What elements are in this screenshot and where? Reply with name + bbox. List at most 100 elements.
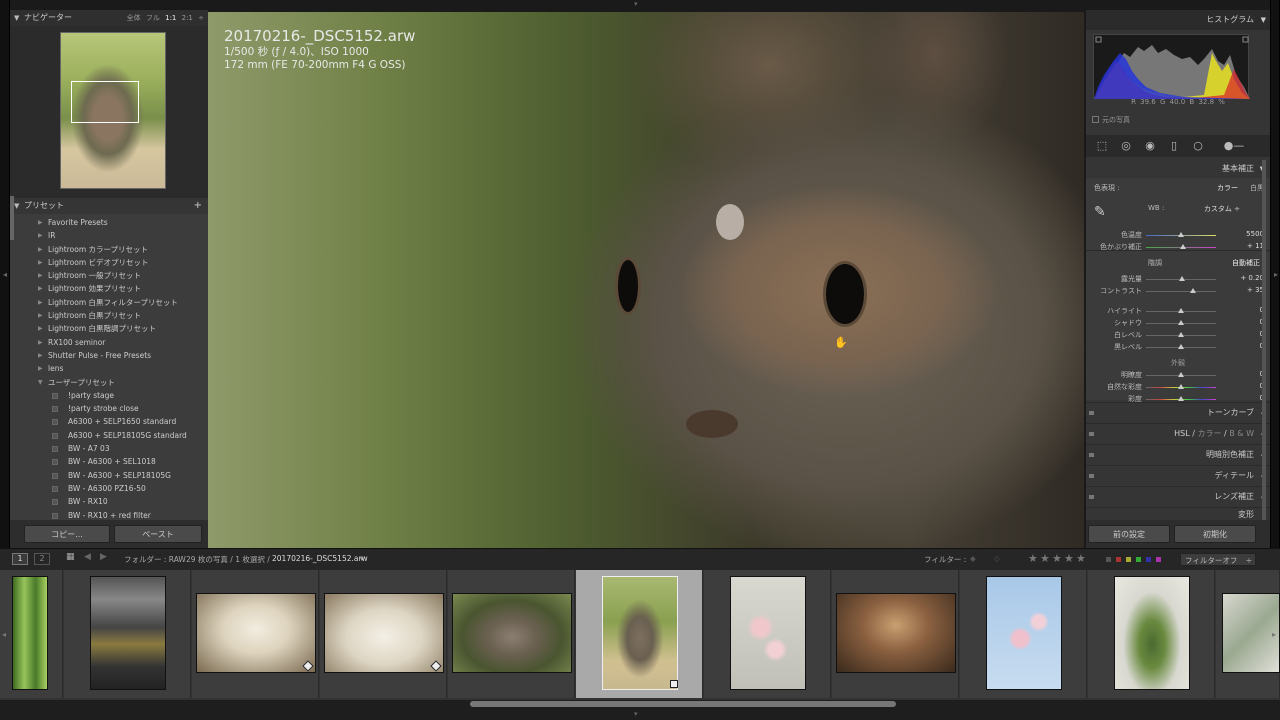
- zoom-fill[interactable]: フル: [146, 14, 160, 22]
- filmstrip[interactable]: ◂ ▸: [0, 570, 1280, 700]
- original-photo-toggle[interactable]: 元の写真: [1092, 115, 1130, 125]
- panel-switch-icon[interactable]: [1089, 453, 1094, 457]
- slider-knob[interactable]: [1178, 372, 1184, 377]
- slider-track[interactable]: [1146, 291, 1216, 292]
- zoom-fit[interactable]: 全体: [127, 14, 141, 22]
- filmstrip-cell[interactable]: [448, 570, 575, 698]
- filmstrip-cell[interactable]: [0, 570, 63, 698]
- filmstrip-cell[interactable]: [704, 570, 831, 698]
- expand-right-icon[interactable]: ▸: [1271, 270, 1280, 279]
- slider-knob[interactable]: [1178, 308, 1184, 313]
- second-window-button[interactable]: 2: [34, 553, 50, 565]
- color-filter-red[interactable]: [1116, 557, 1121, 562]
- slider-knob[interactable]: [1178, 384, 1184, 389]
- filmstrip-cell[interactable]: [832, 570, 959, 698]
- preset-folder[interactable]: ▶ Favorite Presets: [10, 216, 208, 229]
- preset-folder[interactable]: ▶ Lightroom カラープリセット: [10, 243, 208, 256]
- panel-switch-icon[interactable]: [1089, 495, 1094, 499]
- preset-item[interactable]: BW - RX10: [10, 495, 208, 508]
- grid-view-icon[interactable]: ▦: [66, 552, 75, 562]
- shadow-clip-icon[interactable]: [1095, 36, 1102, 43]
- filmstrip-cell[interactable]: [1088, 570, 1215, 698]
- thumbnail-image[interactable]: [836, 593, 956, 673]
- thumbnail-image[interactable]: [730, 576, 806, 690]
- navigator-thumbnail[interactable]: [60, 32, 166, 189]
- star-filter-1[interactable]: ★: [1028, 552, 1038, 565]
- preset-item[interactable]: BW - A7 03: [10, 442, 208, 455]
- panel-switch-icon[interactable]: [1089, 432, 1094, 436]
- main-window-button[interactable]: 1: [12, 553, 28, 565]
- preset-folder[interactable]: ▶ Lightroom 効果プリセット: [10, 282, 208, 295]
- preset-item[interactable]: A6300 + SELP18105G standard: [10, 429, 208, 442]
- thumbnail-image[interactable]: [196, 593, 316, 673]
- filmstrip-cell-selected[interactable]: [576, 570, 703, 698]
- color-filter-blue[interactable]: [1146, 557, 1151, 562]
- star-filter-5[interactable]: ★: [1076, 552, 1086, 565]
- expand-top-icon[interactable]: ▾: [634, 0, 638, 8]
- hsl-title[interactable]: HSL: [1174, 429, 1190, 438]
- panel-switch-icon[interactable]: [1089, 474, 1094, 478]
- add-preset-button[interactable]: +: [194, 198, 202, 214]
- radial-filter-icon[interactable]: ○: [1192, 140, 1204, 152]
- left-panel-scrollbar[interactable]: [10, 196, 14, 240]
- hsl-color-title[interactable]: カラー: [1197, 429, 1221, 438]
- navigator-view-box[interactable]: [71, 81, 139, 123]
- zoom-1-1[interactable]: 1:1: [165, 14, 176, 22]
- right-edge-handle[interactable]: ▸: [1270, 0, 1280, 548]
- preset-folder[interactable]: ▶ Lightroom ビデオプリセット: [10, 256, 208, 269]
- checkbox-icon[interactable]: [1092, 116, 1099, 123]
- filmstrip-cell[interactable]: [192, 570, 319, 698]
- preset-item[interactable]: BW - A6300 + SELP18105G: [10, 469, 208, 482]
- thumbnail-image[interactable]: [452, 593, 572, 673]
- expand-bottom-icon[interactable]: ▾: [634, 710, 638, 718]
- right-panel-scrollbar[interactable]: [1262, 160, 1266, 520]
- graduated-filter-icon[interactable]: ▯: [1168, 140, 1180, 152]
- thumbnail-image[interactable]: [1114, 576, 1190, 690]
- main-photo-view[interactable]: 20170216-_DSC5152.arw 1/500 秒 (ƒ / 4.0)、…: [208, 12, 1084, 548]
- preset-folder[interactable]: ▶ IR: [10, 229, 208, 242]
- preset-item[interactable]: !party strobe close: [10, 402, 208, 415]
- slider-knob[interactable]: [1180, 244, 1187, 249]
- filmstrip-cell[interactable]: [960, 570, 1087, 698]
- slider-knob[interactable]: [1178, 232, 1184, 237]
- left-edge-handle[interactable]: ◂: [0, 0, 10, 548]
- preset-folder[interactable]: ▶ Lightroom 白黒フィルタープリセット: [10, 296, 208, 309]
- preset-folder[interactable]: ▼ ユーザープリセット: [10, 376, 208, 389]
- collapse-triangle-icon[interactable]: ▼: [14, 198, 19, 214]
- reject-filter-icon[interactable]: ◇: [994, 554, 1000, 563]
- histogram-chart[interactable]: [1093, 34, 1250, 99]
- preset-folder[interactable]: ▶ Lightroom 白黒階調プリセット: [10, 322, 208, 335]
- breadcrumb-menu-icon[interactable]: ▾: [360, 554, 364, 563]
- basic-panel-header[interactable]: 基本補正 ▼: [1086, 160, 1270, 178]
- collapse-triangle-icon[interactable]: ▼: [14, 10, 19, 26]
- color-filter-purple[interactable]: [1156, 557, 1161, 562]
- adjustment-brush-icon[interactable]: ●—: [1216, 140, 1252, 152]
- slider-knob[interactable]: [1178, 320, 1184, 325]
- filmstrip-cell[interactable]: [64, 570, 191, 698]
- slider-value[interactable]: + 0.20: [1240, 274, 1264, 282]
- filter-preset-select[interactable]: フィルターオフ ÷: [1180, 553, 1256, 566]
- preset-folder[interactable]: ▶ Lightroom 白黒プリセット: [10, 309, 208, 322]
- spot-removal-icon[interactable]: ◎: [1120, 140, 1132, 152]
- panel-switch-icon[interactable]: [1089, 411, 1094, 415]
- red-eye-icon[interactable]: ◉: [1144, 140, 1156, 152]
- crop-tool-icon[interactable]: ⬚: [1096, 140, 1108, 152]
- slider-knob[interactable]: [1179, 276, 1186, 281]
- treatment-color-button[interactable]: カラー: [1217, 183, 1238, 193]
- preset-item[interactable]: A6300 + SELP1650 standard: [10, 415, 208, 428]
- hsl-bw-title[interactable]: B & W: [1229, 429, 1254, 438]
- thumbnail-image[interactable]: [324, 593, 444, 673]
- paste-button[interactable]: ペースト: [114, 525, 202, 543]
- preset-item[interactable]: !party stage: [10, 389, 208, 402]
- detail-panel-header[interactable]: ディテール◀: [1086, 465, 1270, 485]
- hsl-panel-header[interactable]: HSL / カラー / B & W◀: [1086, 423, 1270, 443]
- thumbnail-image[interactable]: [986, 576, 1062, 690]
- forward-arrow-icon[interactable]: ▶: [100, 552, 107, 562]
- preset-item[interactable]: BW - A6300 PZ16-50: [10, 482, 208, 495]
- auto-tone-button[interactable]: 自動補正: [1232, 258, 1260, 268]
- preset-folder[interactable]: ▶ Lightroom 一般プリセット: [10, 269, 208, 282]
- filmstrip-cell[interactable]: [320, 570, 447, 698]
- flag-filter-icon[interactable]: ◆: [970, 554, 976, 563]
- color-filter-yellow[interactable]: [1126, 557, 1131, 562]
- color-filter-gray[interactable]: [1106, 557, 1111, 562]
